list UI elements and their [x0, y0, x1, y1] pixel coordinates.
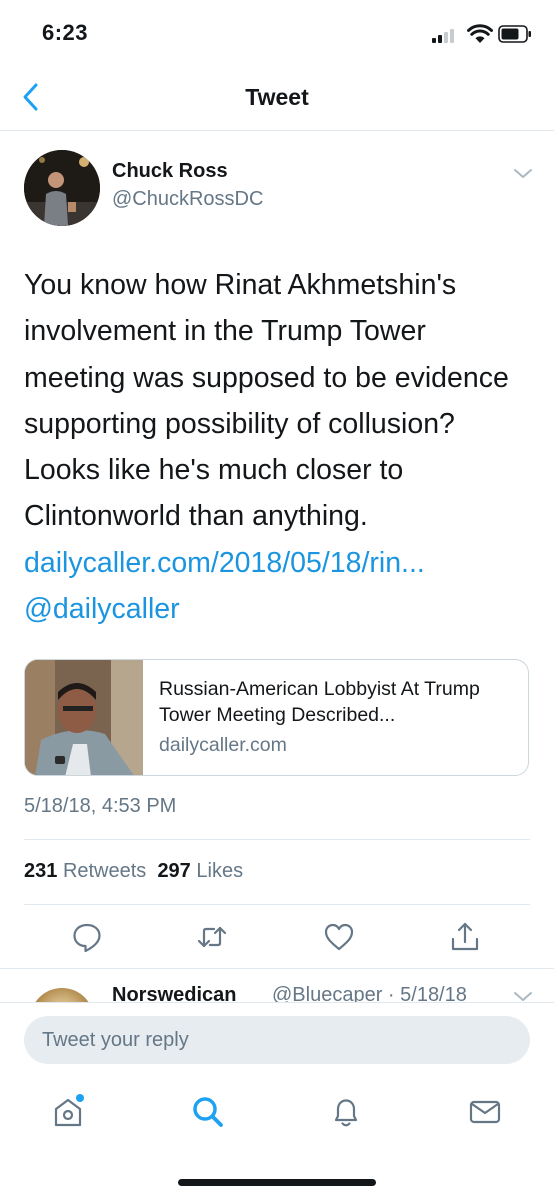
battery-icon	[498, 25, 532, 43]
stats-divider-top	[24, 839, 530, 840]
tab-search[interactable]	[190, 1094, 226, 1130]
share-icon	[451, 922, 479, 951]
retweets-label[interactable]: Retweets	[63, 860, 146, 882]
likes-label[interactable]: Likes	[196, 860, 243, 882]
retweet-button[interactable]	[195, 920, 229, 954]
author-avatar[interactable]	[24, 150, 100, 226]
actions-divider	[0, 968, 554, 969]
card-domain: dailycaller.com	[159, 734, 287, 756]
wifi-icon	[467, 24, 493, 44]
like-button[interactable]	[322, 920, 356, 954]
reply-button[interactable]	[70, 920, 104, 954]
tweet-mention[interactable]: @dailycaller	[24, 586, 534, 632]
tweet-stats: 231 Retweets 297 Likes	[24, 860, 243, 883]
messages-icon	[469, 1100, 501, 1124]
tab-messages[interactable]	[467, 1094, 503, 1130]
reply-icon	[73, 923, 101, 953]
card-title: Russian-American Lobbyist At Trump Tower…	[159, 678, 480, 726]
reply-input[interactable]	[24, 1016, 530, 1064]
tweet-menu-button[interactable]	[512, 167, 534, 181]
home-indicator[interactable]	[178, 1179, 376, 1186]
chevron-down-icon	[514, 169, 532, 178]
search-icon	[193, 1097, 223, 1127]
link-card[interactable]: Russian-American Lobbyist At Trump Tower…	[24, 659, 529, 776]
tweet-text: You know how Rinat Akhmetshin's involvem…	[24, 262, 534, 632]
like-icon	[324, 923, 354, 951]
tweet-link[interactable]: dailycaller.com/2018/05/18/rin...	[24, 540, 534, 586]
author-name[interactable]: Chuck Ross	[112, 160, 228, 183]
retweets-count[interactable]: 231	[24, 860, 57, 882]
retweet-icon	[197, 926, 227, 948]
notifications-icon	[334, 1099, 358, 1127]
header-divider	[0, 130, 554, 131]
tweet-timestamp: 5/18/18, 4:53 PM	[24, 795, 177, 817]
tweet-body: You know how Rinat Akhmetshin's involvem…	[24, 269, 509, 533]
likes-count[interactable]: 297	[157, 860, 190, 882]
author-handle[interactable]: @ChuckRossDC	[112, 188, 263, 211]
stats-divider-bottom	[24, 904, 530, 905]
tab-notifications[interactable]	[328, 1094, 364, 1130]
share-button[interactable]	[448, 920, 482, 954]
signal-icon	[432, 27, 460, 43]
home-icon	[54, 1094, 84, 1127]
status-time: 6:23	[42, 20, 89, 45]
page-title: Tweet	[245, 84, 309, 110]
card-thumbnail	[25, 660, 143, 775]
tab-home[interactable]	[50, 1094, 86, 1130]
